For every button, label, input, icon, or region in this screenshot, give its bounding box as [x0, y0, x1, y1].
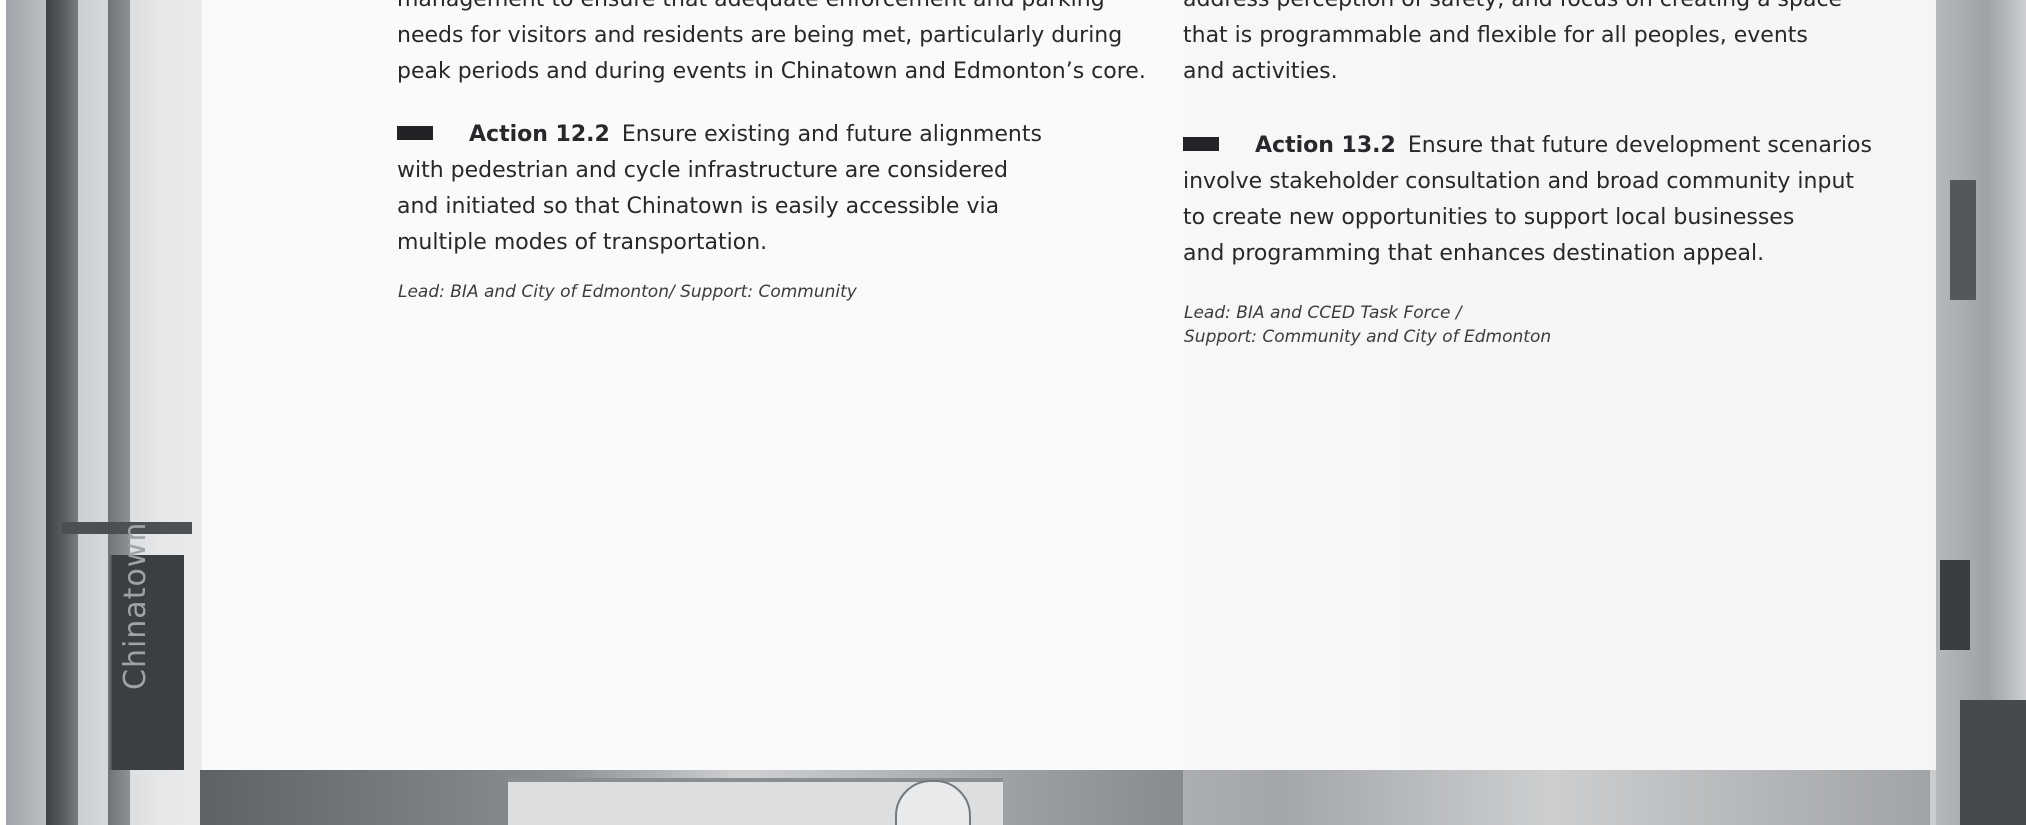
action-text-line: and programming that enhances destinatio…	[1183, 241, 1765, 266]
action-12-2: Action 12.2 Ensure existing and future al…	[397, 117, 1117, 261]
right-building-vines	[1960, 700, 2026, 825]
left-lead-note: Lead: BIA and City of Edmonton/ Support:…	[398, 280, 857, 304]
right-building-sign	[1950, 180, 1976, 300]
action-marker-icon	[397, 126, 433, 140]
right-intro-line: that is programmable and flexible for al…	[1183, 23, 1808, 48]
action-marker-icon	[1183, 137, 1219, 151]
right-intro-paragraph: address perception of safety, and focus …	[1183, 0, 1843, 90]
lead-line: Lead: BIA and CCED Task Force /	[1184, 303, 1462, 323]
left-intro-line: needs for visitors and residents are bei…	[397, 23, 1123, 48]
action-text-line: Ensure that future development scenarios	[1407, 133, 1872, 158]
chinatown-banner-text: Chinatown	[118, 521, 153, 690]
right-building-window	[1940, 560, 1970, 650]
lead-line: Lead: BIA and City of Edmonton/ Support:…	[398, 282, 857, 302]
page: Chinatown management to ensure that adeq…	[0, 0, 2026, 825]
action-13-2: Action 13.2 Ensure that future developmen…	[1183, 128, 1883, 272]
street-pole	[46, 0, 78, 825]
right-lead-note: Lead: BIA and CCED Task Force / Support:…	[1184, 301, 1551, 349]
action-text-line: with pedestrian and cycle infrastructure…	[397, 158, 1008, 183]
right-intro-line: and activities.	[1183, 59, 1338, 84]
left-edge	[0, 0, 6, 825]
lead-line: Support: Community and City of Edmonton	[1184, 327, 1552, 347]
left-intro-paragraph: management to ensure that adequate enfor…	[397, 0, 1146, 90]
action-id: Action 13.2	[1255, 133, 1396, 158]
right-intro-line: address perception of safety, and focus …	[1183, 0, 1843, 18]
action-text-line: multiple modes of transportation.	[397, 230, 768, 255]
action-text-line: involve stakeholder consultation and bro…	[1183, 169, 1855, 194]
left-intro-line: management to ensure that adequate enfor…	[397, 0, 1117, 18]
action-text-line: and initiated so that Chinatown is easil…	[397, 194, 1000, 219]
action-id: Action 12.2	[469, 122, 610, 147]
left-intro-line: peak periods and during events in Chinat…	[397, 59, 1146, 84]
action-text-line: to create new opportunities to support l…	[1183, 205, 1795, 230]
action-text-line: Ensure existing and future alignments	[621, 122, 1042, 147]
right-column-shade	[1183, 0, 1936, 825]
